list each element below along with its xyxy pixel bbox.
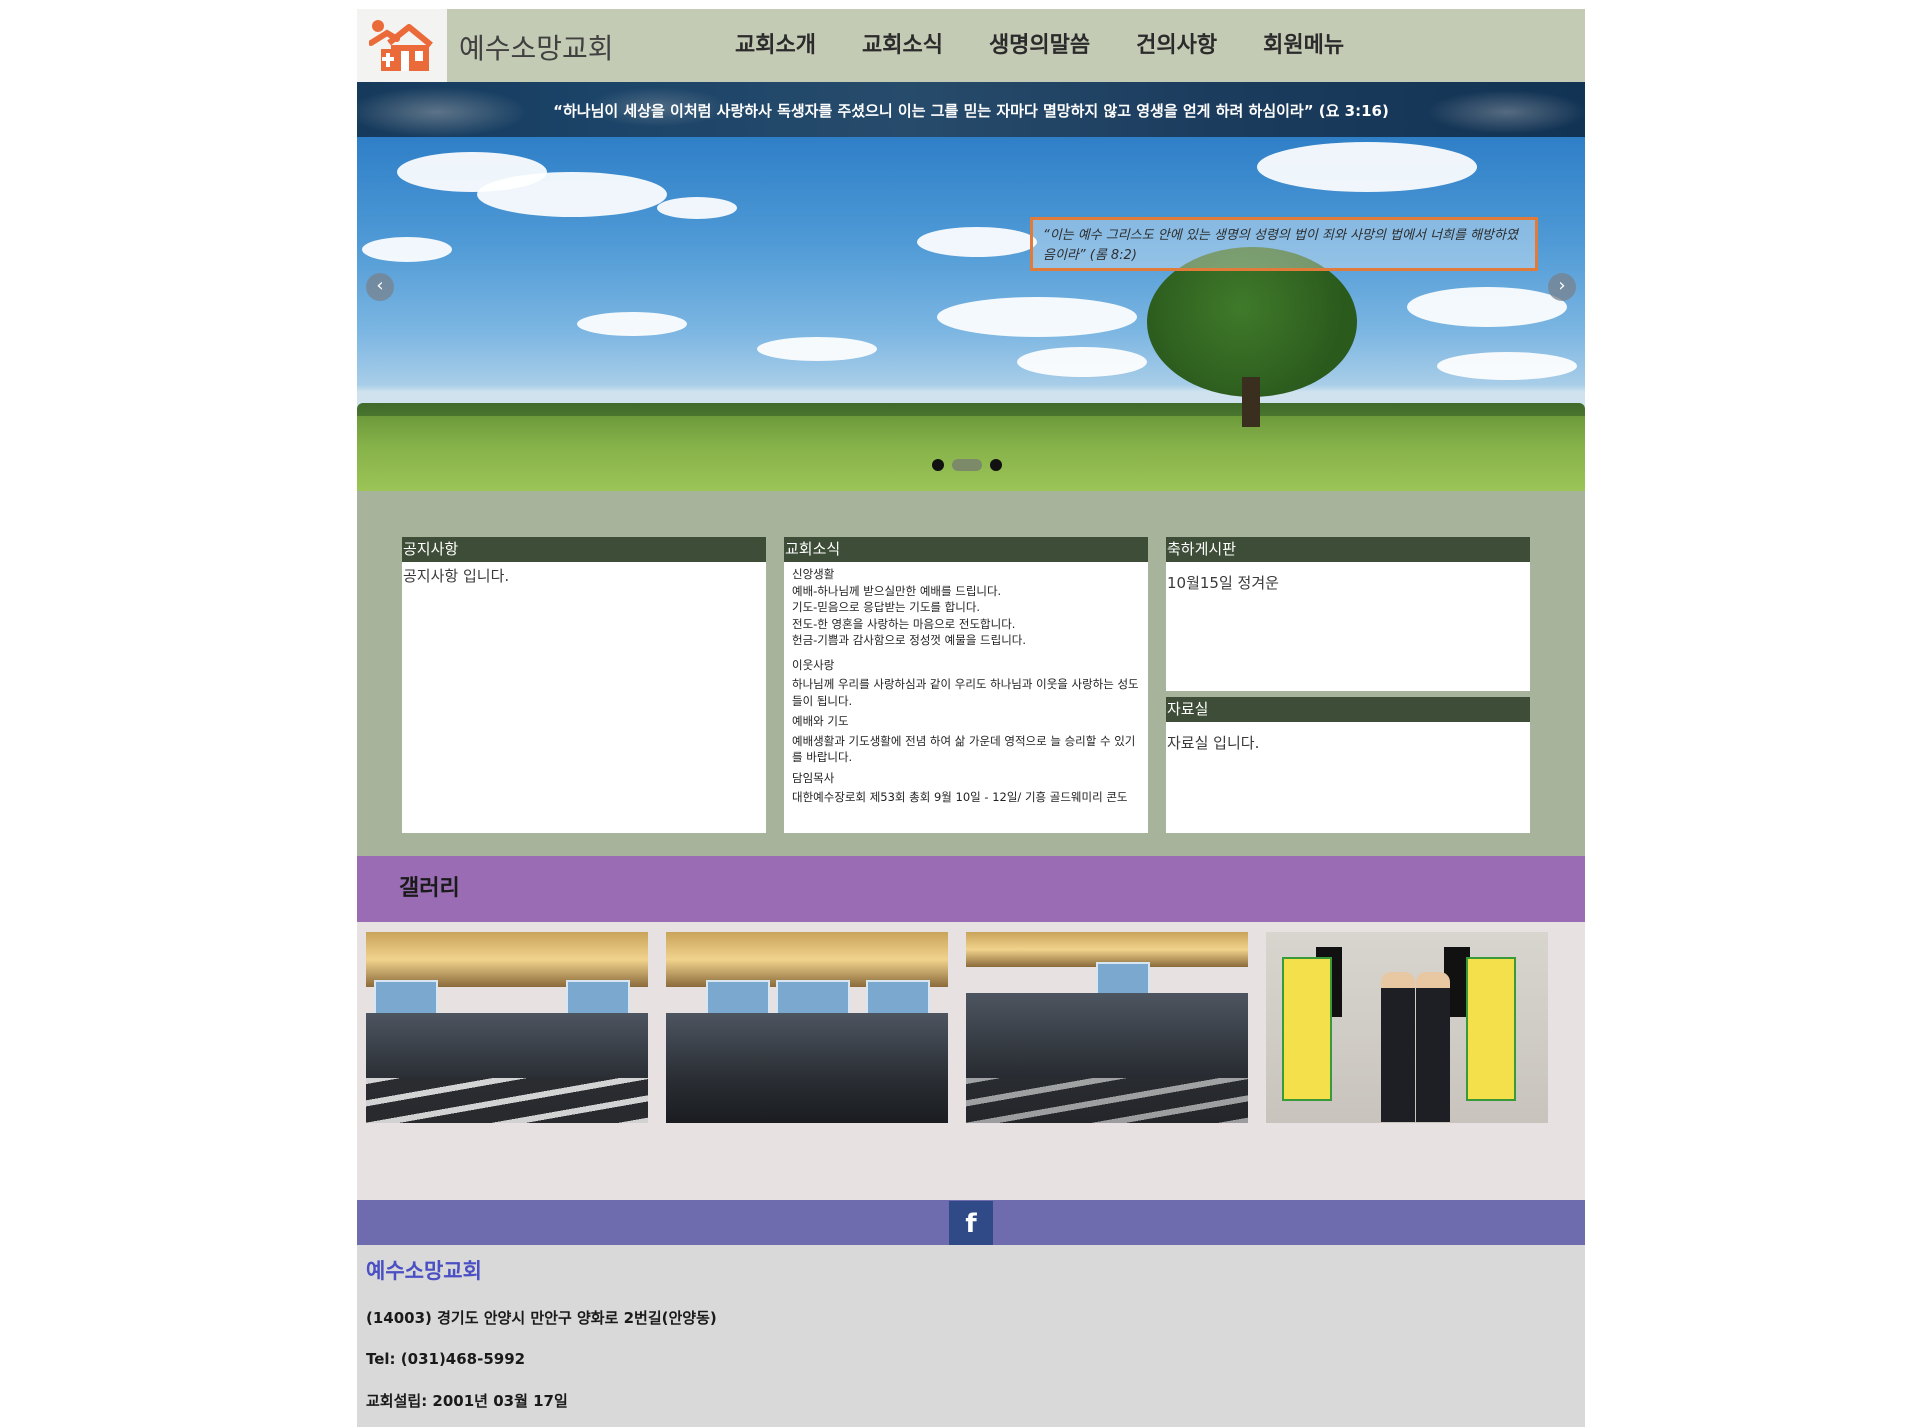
footer-church-name: 예수소망교회 [366, 1259, 482, 1283]
celebration-board-item[interactable]: 10월15일 정겨운 [1166, 562, 1530, 596]
social-bar: f [357, 1200, 1585, 1245]
news-section-heading: 신앙생활 [792, 567, 835, 581]
gallery-header: 갤러리 [357, 856, 1585, 922]
gallery-title[interactable]: 갤러리 [357, 856, 1585, 922]
footer-founded: 교회설립: 2001년 03월 17일 [366, 1392, 568, 1410]
slider-next-button[interactable]: › [1548, 273, 1576, 301]
news-line: 하나님께 우리를 사랑하심과 같이 우리도 하나님과 이웃을 사랑하는 성도들이… [792, 677, 1139, 708]
nav-item-about[interactable]: 교회소개 [735, 27, 816, 59]
verse-text: “하나님이 세상을 이처럼 사랑하사 독생자를 주셨으니 이는 그를 믿는 자마… [553, 102, 1389, 120]
gallery-photo-3[interactable] [966, 932, 1248, 1123]
nav-item-suggestions[interactable]: 건의사항 [1136, 27, 1217, 59]
news-line: 기도-믿음으로 응답받는 기도를 합니다. [792, 600, 981, 614]
hero-quote-text: “이는 예수 그리스도 안에 있는 생명의 성령의 법이 죄와 사망의 법에서 … [1043, 228, 1518, 263]
chevron-left-icon: ‹ [376, 275, 384, 296]
news-board-content: 신앙생활 예배-하나님께 받으실만한 예배를 드립니다. 기도-믿음으로 응답받… [784, 562, 1148, 810]
slider-dots [932, 459, 1010, 471]
notice-board-item[interactable]: 공지사항 입니다. [402, 562, 766, 589]
celebration-board-title[interactable]: 축하게시판 [1166, 537, 1530, 562]
slider-prev-button[interactable]: ‹ [366, 273, 394, 301]
facebook-button[interactable]: f [949, 1201, 993, 1245]
archive-board-item[interactable]: 자료실 입니다. [1166, 722, 1530, 756]
church-house-logo-icon [369, 20, 433, 71]
facebook-icon: f [965, 1209, 977, 1239]
verse-banner: “하나님이 세상을 이처럼 사랑하사 독생자를 주셨으니 이는 그를 믿는 자마… [357, 82, 1585, 137]
news-line: 예배-하나님께 받으실만한 예배를 드립니다. [792, 583, 1002, 598]
news-line: 헌금-기쁨과 감사함으로 정성껏 예물을 드립니다. [792, 633, 1027, 647]
logo[interactable] [357, 9, 447, 82]
archive-board: 자료실 자료실 입니다. [1166, 697, 1530, 833]
site-name[interactable]: 예수소망교회 [459, 27, 614, 67]
hero-quote-box: “이는 예수 그리스도 안에 있는 생명의 성령의 법이 죄와 사망의 법에서 … [1030, 217, 1538, 271]
nav-item-word-of-life[interactable]: 생명의말씀 [989, 27, 1090, 59]
notice-board-title[interactable]: 공지사항 [402, 537, 766, 562]
hero-slider: “이는 예수 그리스도 안에 있는 생명의 성령의 법이 죄와 사망의 법에서 … [357, 137, 1585, 491]
news-board-title[interactable]: 교회소식 [784, 537, 1148, 562]
main-nav: 교회소개 교회소식 생명의말씀 건의사항 회원메뉴 [735, 27, 1390, 59]
nav-item-news[interactable]: 교회소식 [862, 27, 943, 59]
gallery-photo-2[interactable] [666, 932, 948, 1123]
celebration-board: 축하게시판 10월15일 정겨운 [1166, 537, 1530, 691]
gallery-grid [357, 922, 1585, 1200]
news-section-heading: 담임목사 [792, 770, 835, 785]
chevron-right-icon: › [1558, 275, 1566, 296]
slider-dot-2[interactable] [952, 459, 982, 471]
slider-dot-3[interactable] [990, 459, 1002, 471]
news-line: 전도-한 영혼을 사랑하는 마음으로 전도합니다. [792, 616, 1016, 631]
site-footer: 예수소망교회 (14003) 경기도 안양시 만안구 양화로 2번길(안양동) … [357, 1245, 1585, 1427]
gallery-photo-1[interactable] [366, 932, 648, 1123]
notice-board: 공지사항 공지사항 입니다. [402, 537, 766, 833]
news-section-heading: 예배와 기도 [792, 714, 849, 728]
footer-tel: Tel: (031)468-5992 [366, 1350, 526, 1368]
news-line: 대한예수장로회 제53회 총회 9월 10일 - 12일/ 기흥 골드웨미리 콘… [792, 790, 1128, 804]
footer-address: (14003) 경기도 안양시 만안구 양화로 2번길(안양동) [366, 1309, 717, 1327]
slider-dot-1[interactable] [932, 459, 944, 471]
nav-item-member-menu[interactable]: 회원메뉴 [1263, 27, 1344, 59]
archive-board-title[interactable]: 자료실 [1166, 697, 1530, 722]
page: 예수소망교회 교회소개 교회소식 생명의말씀 건의사항 회원메뉴 “하나님이 세… [357, 9, 1585, 1427]
boards-section: 공지사항 공지사항 입니다. 교회소식 신앙생활 예배-하나님께 받으실만한 예… [357, 491, 1585, 856]
gallery-photo-4[interactable] [1266, 932, 1548, 1123]
news-section-heading: 이웃사랑 [792, 657, 835, 672]
news-board: 교회소식 신앙생활 예배-하나님께 받으실만한 예배를 드립니다. 기도-믿음으… [784, 537, 1148, 833]
news-line: 예배생활과 기도생활에 전념 하여 삶 가운데 영적으로 늘 승리할 수 있기를… [792, 733, 1136, 765]
site-header: 예수소망교회 교회소개 교회소식 생명의말씀 건의사항 회원메뉴 [357, 9, 1585, 82]
